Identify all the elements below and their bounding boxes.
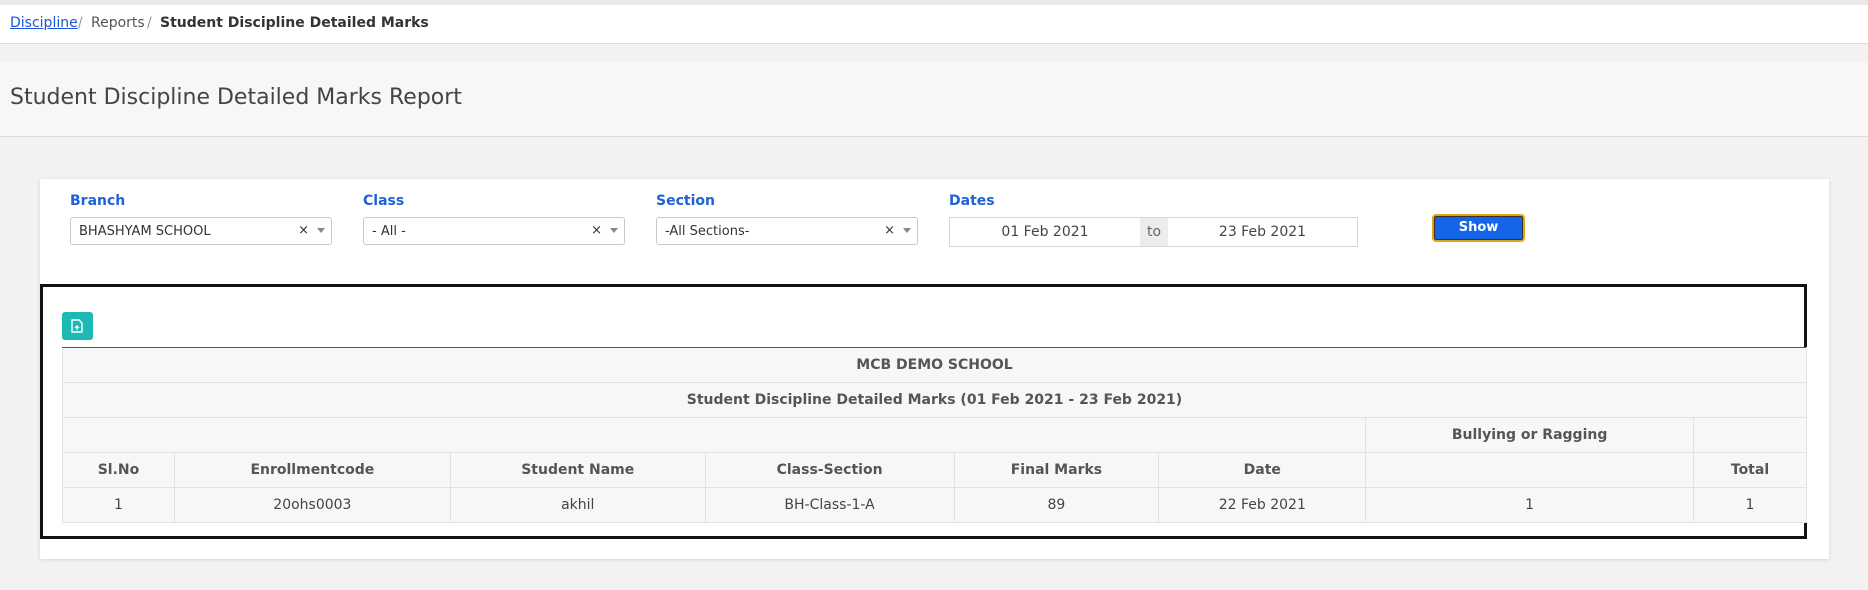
table-cell: 1 — [1693, 487, 1807, 523]
table-cell: akhil — [449, 487, 706, 523]
chevron-down-icon[interactable] — [610, 228, 618, 233]
table-cell: 1 — [62, 487, 175, 523]
column-header: Sl.No — [62, 452, 175, 488]
class-select[interactable]: - All - × — [363, 217, 625, 245]
branch-select[interactable]: BHASHYAM SCHOOL × — [70, 217, 332, 245]
section-value: -All Sections- — [665, 224, 750, 239]
table-cell: BH-Class-1-A — [704, 487, 955, 523]
date-from-input[interactable]: 01 Feb 2021 — [950, 218, 1140, 246]
school-name-row: MCB DEMO SCHOOL — [62, 347, 1807, 383]
class-label: Class — [363, 193, 405, 209]
breadcrumb-discipline-link[interactable]: Discipline — [10, 15, 78, 31]
clear-icon[interactable]: × — [884, 223, 895, 238]
file-export-icon — [71, 319, 83, 333]
dates-label: Dates — [949, 193, 995, 209]
column-header — [1365, 452, 1695, 488]
column-header: Date — [1158, 452, 1367, 488]
chevron-down-icon[interactable] — [317, 228, 325, 233]
column-header-row: Sl.No Enrollmentcode Student Name Class-… — [62, 452, 1807, 488]
breadcrumb-separator: / — [78, 15, 83, 31]
column-header: Final Marks — [953, 452, 1160, 488]
chevron-down-icon[interactable] — [903, 228, 911, 233]
class-value: - All - — [372, 224, 406, 239]
breadcrumb-separator: / — [147, 15, 152, 31]
show-report-button[interactable]: Show Report — [1432, 214, 1525, 259]
date-range: 01 Feb 2021 to 23 Feb 2021 — [949, 217, 1358, 247]
dates-filter: Dates 01 Feb 2021 to 23 Feb 2021 — [949, 193, 1358, 247]
clear-icon[interactable]: × — [298, 223, 309, 238]
date-to-label: to — [1140, 218, 1168, 246]
report-title-row: Student Discipline Detailed Marks (01 Fe… — [62, 382, 1807, 418]
group-header-bullying: Bullying or Ragging — [1365, 417, 1695, 453]
branch-value: BHASHYAM SCHOOL — [79, 224, 211, 239]
section-select[interactable]: -All Sections- × — [656, 217, 918, 245]
table-row: 1 20ohs0003 akhil BH-Class-1-A 89 22 Feb… — [62, 487, 1807, 523]
clear-icon[interactable]: × — [591, 223, 602, 238]
report-title: Student Discipline Detailed Marks (01 Fe… — [62, 382, 1807, 418]
branch-label: Branch — [70, 193, 126, 209]
column-header: Enrollmentcode — [173, 452, 451, 488]
table-cell: 22 Feb 2021 — [1158, 487, 1367, 523]
export-button[interactable] — [62, 312, 93, 340]
breadcrumb-reports: Reports — [91, 15, 145, 31]
group-header-empty — [61, 417, 1367, 453]
breadcrumb-current: Student Discipline Detailed Marks — [160, 15, 429, 31]
group-header-empty — [1693, 417, 1807, 453]
page-title: Student Discipline Detailed Marks Report — [10, 85, 462, 110]
report-container: MCB DEMO SCHOOL Student Discipline Detai… — [40, 284, 1807, 539]
date-to-input[interactable]: 23 Feb 2021 — [1168, 218, 1357, 246]
group-header-row: Bullying or Ragging — [61, 417, 1807, 453]
table-cell: 20ohs0003 — [173, 487, 451, 523]
breadcrumb: Discipline / Reports / Student Disciplin… — [0, 5, 1868, 44]
page-header: Student Discipline Detailed Marks Report — [0, 62, 1868, 137]
table-cell: 1 — [1365, 487, 1695, 523]
section-label: Section — [656, 193, 715, 209]
class-filter: Class - All - × — [363, 193, 625, 245]
school-name: MCB DEMO SCHOOL — [62, 347, 1807, 383]
column-header: Student Name — [449, 452, 706, 488]
section-filter: Section -All Sections- × — [656, 193, 918, 245]
column-header: Class-Section — [704, 452, 955, 488]
report-table: MCB DEMO SCHOOL Student Discipline Detai… — [61, 347, 1807, 523]
table-cell: 89 — [953, 487, 1160, 523]
column-header: Total — [1693, 452, 1807, 488]
branch-filter: Branch BHASHYAM SCHOOL × — [70, 193, 332, 245]
